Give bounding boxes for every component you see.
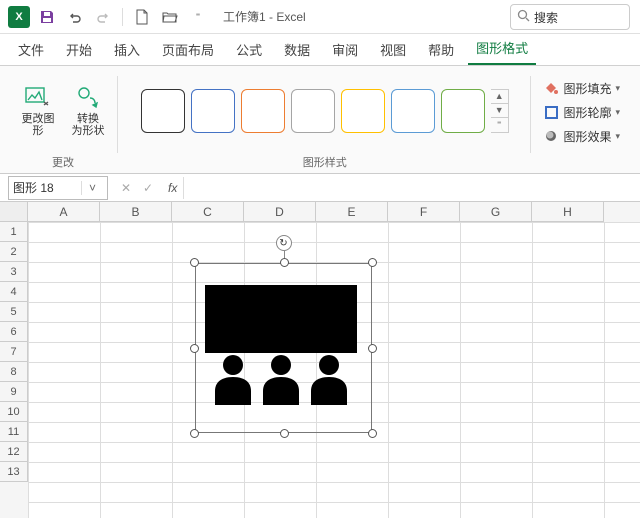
style-swatch[interactable]	[441, 89, 485, 133]
quick-access-toolbar: X ⁼	[6, 4, 211, 30]
row-header[interactable]: 7	[0, 342, 28, 362]
shape-fill-button[interactable]: 图形填充▾	[539, 78, 624, 100]
search-box[interactable]: 搜索	[510, 4, 630, 30]
resize-handle[interactable]	[280, 258, 289, 267]
undo-icon[interactable]	[62, 4, 88, 30]
name-box[interactable]: ˅	[8, 176, 108, 200]
row-header[interactable]: 4	[0, 282, 28, 302]
name-box-dropdown-icon[interactable]: ˅	[81, 181, 103, 195]
resize-handle[interactable]	[368, 344, 377, 353]
style-swatch[interactable]	[141, 89, 185, 133]
search-placeholder: 搜索	[534, 9, 558, 26]
tab-home[interactable]: 开始	[58, 34, 100, 65]
worksheet-grid: A B C D E F G H 1 2 3 4 5 6 7 8 9 10 11 …	[0, 202, 640, 518]
excel-app-icon[interactable]: X	[6, 4, 32, 30]
enter-formula-icon[interactable]: ✓	[138, 181, 158, 195]
col-header[interactable]: A	[28, 202, 100, 222]
new-file-icon[interactable]	[129, 4, 155, 30]
col-header[interactable]: B	[100, 202, 172, 222]
tab-view[interactable]: 视图	[372, 34, 414, 65]
search-icon	[517, 9, 530, 25]
cancel-formula-icon[interactable]: ✕	[116, 181, 136, 195]
title-bar: X ⁼ 工作簿1 - Excel 搜索	[0, 0, 640, 34]
ribbon-group-change: 更改图 形 转换 为形状 更改	[8, 70, 118, 173]
tab-file[interactable]: 文件	[10, 34, 52, 65]
ribbon: 更改图 形 转换 为形状 更改 ▲ ▼ ⁼	[0, 66, 640, 174]
resize-handle[interactable]	[190, 344, 199, 353]
style-swatch[interactable]	[341, 89, 385, 133]
formula-input[interactable]	[183, 177, 640, 199]
col-header[interactable]: F	[388, 202, 460, 222]
rotate-handle-icon[interactable]: ↻	[276, 235, 292, 251]
row-header[interactable]: 5	[0, 302, 28, 322]
resize-handle[interactable]	[368, 429, 377, 438]
tab-insert[interactable]: 插入	[106, 34, 148, 65]
row-header[interactable]: 9	[0, 382, 28, 402]
theater-icon	[205, 285, 357, 405]
effects-icon	[543, 129, 559, 145]
col-header[interactable]: D	[244, 202, 316, 222]
gallery-down-icon[interactable]: ▼	[491, 103, 508, 117]
style-swatch[interactable]	[291, 89, 335, 133]
resize-handle[interactable]	[368, 258, 377, 267]
gallery-more-icon[interactable]: ⁼	[491, 117, 508, 131]
col-header[interactable]: E	[316, 202, 388, 222]
col-header[interactable]: G	[460, 202, 532, 222]
row-header[interactable]: 11	[0, 422, 28, 442]
select-all-corner[interactable]	[0, 202, 28, 222]
row-header[interactable]: 2	[0, 242, 28, 262]
style-swatch[interactable]	[391, 89, 435, 133]
row-header[interactable]: 6	[0, 322, 28, 342]
fx-icon[interactable]: fx	[162, 181, 183, 195]
style-swatch[interactable]	[241, 89, 285, 133]
change-graphic-button[interactable]: 更改图 形	[16, 73, 60, 149]
gallery-up-icon[interactable]: ▲	[491, 90, 508, 103]
save-icon[interactable]	[34, 4, 60, 30]
tab-help[interactable]: 帮助	[420, 34, 462, 65]
tab-formulas[interactable]: 公式	[228, 34, 270, 65]
shape-style-gallery: ▲ ▼ ⁼	[141, 89, 509, 133]
style-swatch[interactable]	[191, 89, 235, 133]
tab-review[interactable]: 审阅	[324, 34, 366, 65]
col-header[interactable]: C	[172, 202, 244, 222]
row-headers: 1 2 3 4 5 6 7 8 9 10 11 12 13	[0, 222, 28, 518]
fill-icon	[543, 81, 559, 97]
shape-effects-button[interactable]: 图形效果▾	[539, 126, 624, 148]
tab-graphics-format[interactable]: 图形格式	[468, 32, 536, 65]
name-box-input[interactable]	[9, 181, 81, 195]
column-headers: A B C D E F G H	[0, 202, 640, 222]
selected-shape[interactable]: ↻	[195, 263, 372, 433]
resize-handle[interactable]	[190, 429, 199, 438]
resize-handle[interactable]	[190, 258, 199, 267]
row-header[interactable]: 1	[0, 222, 28, 242]
row-header[interactable]: 13	[0, 462, 28, 482]
row-header[interactable]: 12	[0, 442, 28, 462]
row-header[interactable]: 10	[0, 402, 28, 422]
col-header[interactable]: H	[532, 202, 604, 222]
shape-outline-button[interactable]: 图形轮廓▾	[539, 102, 624, 124]
cells-area[interactable]: ↻	[28, 222, 640, 518]
formula-bar: ˅ ✕ ✓ fx	[0, 174, 640, 202]
ribbon-group-format: 图形填充▾ 图形轮廓▾ 图形效果▾	[531, 70, 632, 173]
gallery-nav: ▲ ▼ ⁼	[491, 89, 509, 133]
row-header[interactable]: 3	[0, 262, 28, 282]
window-title: 工作簿1 - Excel	[223, 8, 306, 25]
open-folder-icon[interactable]	[157, 4, 183, 30]
tab-layout[interactable]: 页面布局	[154, 34, 222, 65]
resize-handle[interactable]	[280, 429, 289, 438]
row-header[interactable]: 8	[0, 362, 28, 382]
outline-icon	[543, 105, 559, 121]
ribbon-tabs: 文件 开始 插入 页面布局 公式 数据 审阅 视图 帮助 图形格式	[0, 34, 640, 66]
tab-data[interactable]: 数据	[276, 34, 318, 65]
qat-dropdown-icon[interactable]: ⁼	[185, 4, 211, 30]
convert-to-shape-button[interactable]: 转换 为形状	[66, 73, 110, 149]
ribbon-group-styles: ▲ ▼ ⁼ 图形样式	[118, 70, 531, 173]
redo-icon[interactable]	[90, 4, 116, 30]
